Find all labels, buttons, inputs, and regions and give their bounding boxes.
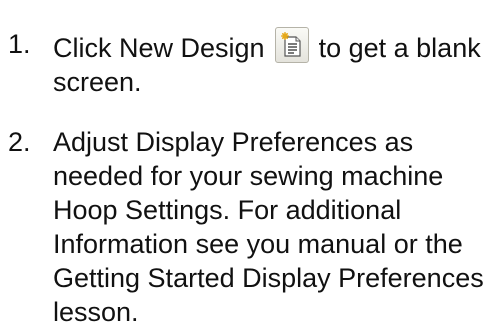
step-1: 1. Click New Design to get a blank scree… <box>0 27 487 99</box>
step-1-text-before: Click New Design <box>53 33 265 63</box>
step-2: 2. Adjust Display Preferences as needed … <box>0 125 487 329</box>
new-design-icon[interactable] <box>275 27 310 63</box>
instruction-list: 1. Click New Design to get a blank scree… <box>0 0 487 329</box>
step-2-number: 2. <box>8 127 31 157</box>
step-1-number: 1. <box>8 29 31 59</box>
step-2-text: Adjust Display Preferences as needed for… <box>53 127 484 327</box>
